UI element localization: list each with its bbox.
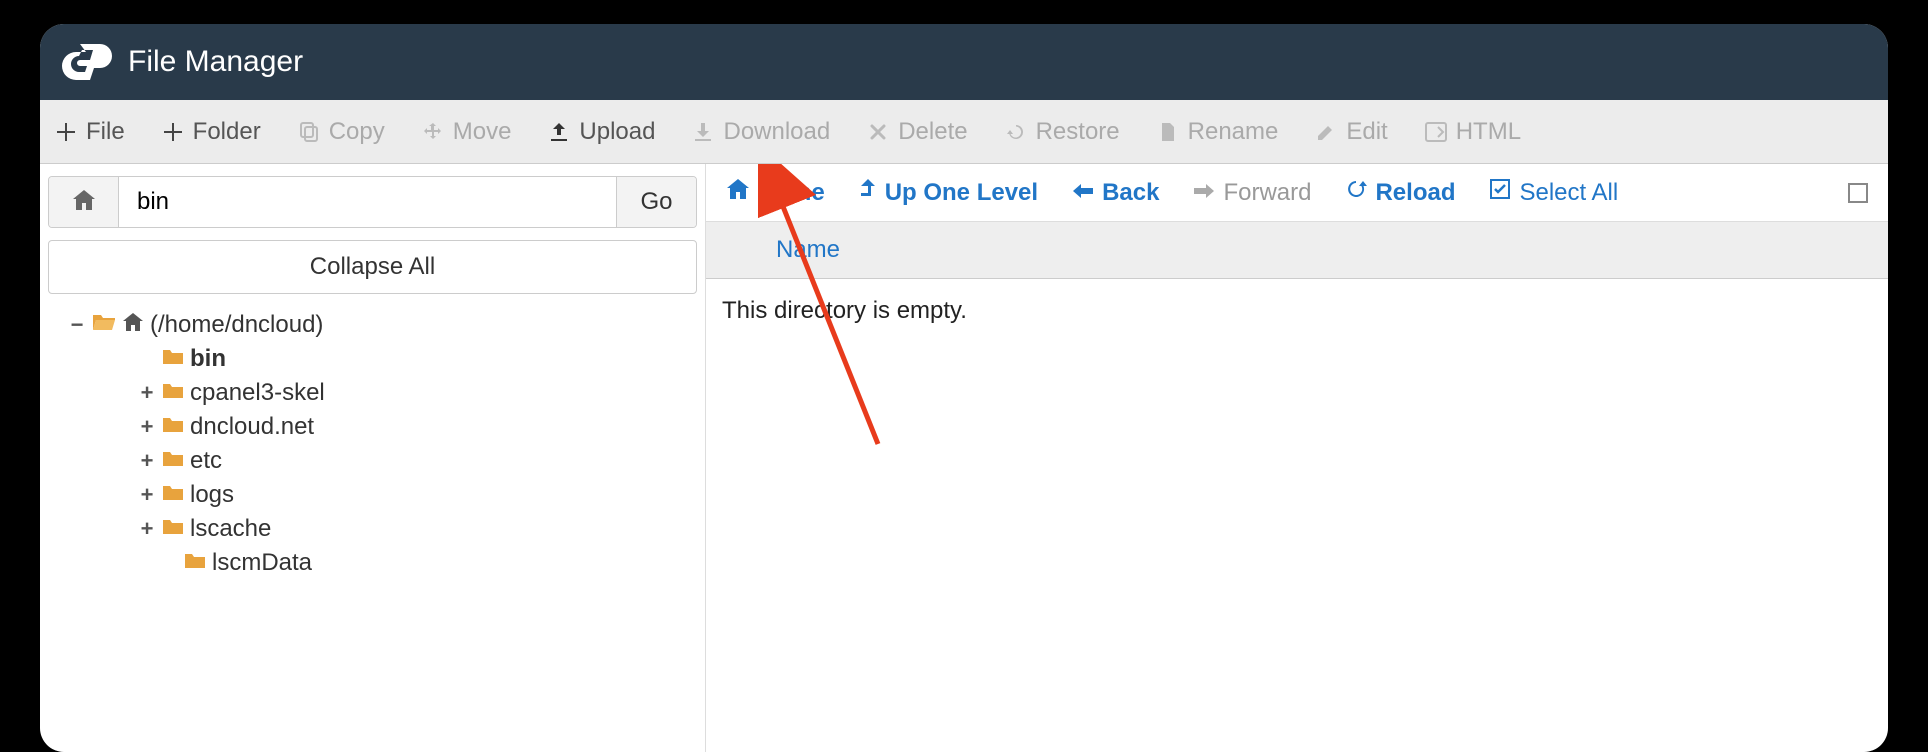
nav-reload[interactable]: Reload xyxy=(1345,178,1455,207)
restore-button[interactable]: Restore xyxy=(1004,118,1120,146)
restore-icon xyxy=(1004,120,1028,144)
download-label: Download xyxy=(723,118,830,146)
toolbar: File Folder Copy Move Upload Download De… xyxy=(40,100,1888,164)
path-input[interactable] xyxy=(119,177,616,227)
app-header: File Manager xyxy=(40,24,1888,100)
table-header[interactable]: Name xyxy=(706,222,1888,279)
tree-item-label: etc xyxy=(190,447,222,475)
delete-label: Delete xyxy=(898,118,967,146)
tree-item-logs[interactable]: + logs xyxy=(48,478,697,512)
edit-button[interactable]: Edit xyxy=(1314,118,1387,146)
folder-icon xyxy=(162,345,184,373)
folder-icon xyxy=(162,447,184,475)
home-icon xyxy=(122,311,144,339)
plus-icon xyxy=(54,120,78,144)
up-arrow-icon xyxy=(859,178,877,207)
tree-item-dncloud-net[interactable]: + dncloud.net xyxy=(48,410,697,444)
file-button[interactable]: File xyxy=(54,118,125,146)
copy-icon xyxy=(297,120,321,144)
tree-root-label: (/home/dncloud) xyxy=(150,311,323,339)
tree-item-label: lscache xyxy=(190,515,271,543)
tree-item-label: cpanel3-skel xyxy=(190,379,325,407)
rename-icon xyxy=(1156,120,1180,144)
tree-item-lscmdata[interactable]: lscmData xyxy=(48,546,697,580)
copy-label: Copy xyxy=(329,118,385,146)
col-name: Name xyxy=(776,236,840,263)
plus-icon xyxy=(161,120,185,144)
delete-button[interactable]: Delete xyxy=(866,118,967,146)
app-title: File Manager xyxy=(128,45,303,79)
tree-item-bin[interactable]: bin xyxy=(48,342,697,376)
path-row: Go xyxy=(48,176,697,228)
tree-item-label: logs xyxy=(190,481,234,509)
collapse-all-button[interactable]: Collapse All xyxy=(48,240,697,294)
folder-tree: − (/home/dncloud) bin + cpanel3-skel + xyxy=(48,308,697,580)
tree-item-label: dncloud.net xyxy=(190,413,314,441)
nav-back[interactable]: Back xyxy=(1072,179,1159,207)
copy-button[interactable]: Copy xyxy=(297,118,385,146)
home-button[interactable] xyxy=(49,177,119,227)
folder-label: Folder xyxy=(193,118,261,146)
home-icon xyxy=(726,178,750,207)
main-panel: Home Up One Level Back Forward Reload xyxy=(706,164,1888,752)
reload-icon xyxy=(1345,178,1367,207)
folder-button[interactable]: Folder xyxy=(161,118,261,146)
folder-icon xyxy=(162,481,184,509)
collapse-toggle-icon[interactable]: − xyxy=(68,312,86,338)
html-editor-button[interactable]: HTML xyxy=(1424,118,1521,146)
nav-up-one-level[interactable]: Up One Level xyxy=(859,178,1038,207)
file-label: File xyxy=(86,118,125,146)
checkbox-icon[interactable] xyxy=(1848,183,1868,203)
nav-forward[interactable]: Forward xyxy=(1193,179,1311,207)
tree-root[interactable]: − (/home/dncloud) xyxy=(48,308,697,342)
forward-arrow-icon xyxy=(1193,179,1215,207)
folder-icon xyxy=(162,515,184,543)
tree-item-lscache[interactable]: + lscache xyxy=(48,512,697,546)
expand-toggle-icon[interactable]: + xyxy=(138,380,156,406)
upload-icon xyxy=(547,120,571,144)
back-arrow-icon xyxy=(1072,179,1094,207)
nav-row: Home Up One Level Back Forward Reload xyxy=(706,164,1888,222)
expand-toggle-icon[interactable]: + xyxy=(138,448,156,474)
restore-label: Restore xyxy=(1036,118,1120,146)
download-button[interactable]: Download xyxy=(691,118,830,146)
expand-toggle-icon[interactable]: + xyxy=(138,414,156,440)
move-label: Move xyxy=(453,118,512,146)
move-icon xyxy=(421,120,445,144)
upload-button[interactable]: Upload xyxy=(547,118,655,146)
folder-open-icon xyxy=(92,311,116,339)
delete-icon xyxy=(866,120,890,144)
folder-icon xyxy=(184,549,206,577)
tree-item-label: lscmData xyxy=(212,549,312,577)
tree-item-cpanel3-skel[interactable]: + cpanel3-skel xyxy=(48,376,697,410)
rename-button[interactable]: Rename xyxy=(1156,118,1279,146)
nav-checkbox[interactable] xyxy=(1848,183,1868,203)
edit-icon xyxy=(1314,120,1338,144)
select-all-icon xyxy=(1489,178,1511,207)
upload-label: Upload xyxy=(579,118,655,146)
folder-icon xyxy=(162,413,184,441)
tree-item-etc[interactable]: + etc xyxy=(48,444,697,478)
expand-toggle-icon[interactable]: + xyxy=(138,482,156,508)
nav-home[interactable]: Home xyxy=(726,178,825,207)
tree-item-label: bin xyxy=(190,345,226,373)
go-button[interactable]: Go xyxy=(616,177,696,227)
rename-label: Rename xyxy=(1188,118,1279,146)
sidebar: Go Collapse All − (/home/dncloud) bin + xyxy=(40,164,706,752)
download-icon xyxy=(691,120,715,144)
html-editor-label: HTML xyxy=(1456,118,1521,146)
empty-directory-message: This directory is empty. xyxy=(706,279,1888,343)
cpanel-logo-icon xyxy=(60,40,114,84)
expand-toggle-icon[interactable]: + xyxy=(138,516,156,542)
nav-select-all[interactable]: Select All xyxy=(1489,178,1618,207)
home-icon xyxy=(71,188,97,217)
edit-label: Edit xyxy=(1346,118,1387,146)
folder-icon xyxy=(162,379,184,407)
html-editor-icon xyxy=(1424,120,1448,144)
move-button[interactable]: Move xyxy=(421,118,512,146)
